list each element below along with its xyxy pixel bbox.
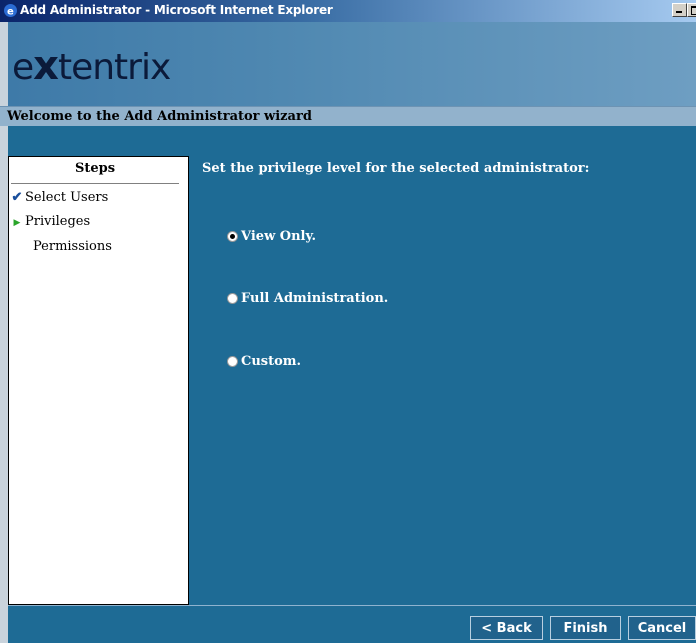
option-custom[interactable]: Custom. <box>227 354 301 369</box>
step-select-users: ✔ Select Users <box>9 190 109 205</box>
step-label: Permissions <box>33 239 112 254</box>
arrow-right-icon: ▶ <box>13 218 21 228</box>
back-button[interactable]: < Back <box>470 616 543 640</box>
window-controls <box>672 3 696 17</box>
extentrix-logo: extentrix <box>12 43 171 89</box>
app-header: extentrix <box>0 22 696 106</box>
window-title: Add Administrator - Microsoft Internet E… <box>20 3 333 17</box>
radio-full-administration[interactable] <box>227 293 238 304</box>
step-label: Select Users <box>25 190 109 205</box>
option-label: Custom. <box>241 354 302 369</box>
option-label: Full Administration. <box>241 291 389 306</box>
internet-explorer-icon: e <box>4 4 17 18</box>
maximize-button[interactable] <box>687 3 696 17</box>
logo-rest: tentrix <box>57 47 171 88</box>
option-full-administration[interactable]: Full Administration. <box>227 291 388 306</box>
logo-prefix: e <box>12 47 34 88</box>
svg-text:e: e <box>7 7 14 18</box>
finish-button[interactable]: Finish <box>550 616 621 640</box>
radio-custom[interactable] <box>227 356 238 367</box>
privilege-prompt: Set the privilege level for the selected… <box>202 161 590 176</box>
cancel-button[interactable]: Cancel <box>628 616 696 640</box>
step-label: Privileges <box>25 214 91 229</box>
step-privileges: ▶ Privileges <box>9 214 91 229</box>
check-icon: ✔ <box>11 190 23 205</box>
step-permissions: Permissions <box>33 239 112 254</box>
steps-panel: Steps ✔ Select Users ▶ Privileges Permissi… <box>8 156 189 605</box>
radio-view-only[interactable] <box>227 231 238 242</box>
steps-heading: Steps <box>74 161 116 176</box>
minimize-button[interactable] <box>672 3 687 17</box>
window-title-bar[interactable]: e Add Administrator - Microsoft Internet… <box>0 0 696 22</box>
logo-x: x <box>33 43 59 89</box>
option-view-only[interactable]: View Only. <box>227 229 316 244</box>
wizard-title: Welcome to the Add Administrator wizard <box>0 106 696 126</box>
steps-divider <box>11 183 179 184</box>
option-label: View Only. <box>241 229 317 244</box>
